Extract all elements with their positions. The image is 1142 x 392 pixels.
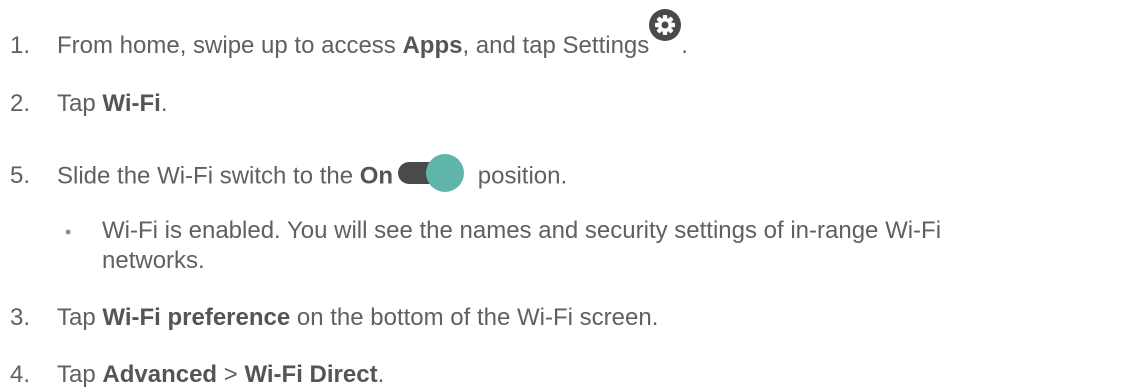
step-number: 1. [10,32,31,59]
bullet-symbol: • [65,222,72,242]
step-number: 5. [10,162,31,190]
bullet-line-1: Wi-Fi is enabled. You will see the names… [102,217,942,244]
step-4: 4. Tap Advanced > Wi-Fi Direct. [10,360,384,390]
step-tail: . [681,32,688,59]
step-bold-text: Advanced [102,361,218,388]
step-text-middle: > [217,361,245,388]
step-1: 1. From home, swipe up to access Apps, an… [10,9,688,61]
step-number: 2. [10,90,31,117]
settings-gear-icon [649,9,682,41]
step-text: Tap [57,304,103,331]
bullet-item: • Wi-Fi is enabled. You will see the nam… [57,216,1142,280]
step-text: Tap [57,90,103,117]
step-text-after: position. [471,162,568,190]
step-text: Tap [57,361,103,388]
step-text-after: . [377,361,385,388]
step-bold-text: On [359,162,394,190]
step-text: Slide the Wi-Fi switch to the [57,162,360,190]
step-2: 2. Tap Wi-Fi. [10,89,167,119]
step-3: 3. Tap Wi-Fi preference on the bottom of … [10,303,658,333]
step-number: 4. [10,361,31,388]
bullet-line-2: networks. [102,247,205,274]
step-bold-text: Wi-Fi preference [102,304,291,331]
step-5: 5. Slide the Wi-Fi switch to the On posit… [10,154,568,197]
step-bold-text: Wi-Fi [102,90,161,117]
step-bold-text-2: Wi-Fi Direct [244,361,378,388]
step-text-after: on the bottom of the Wi-Fi screen. [290,304,659,331]
step-bold-text: Apps [402,32,463,59]
step-number: 3. [10,304,31,331]
step-text: From home, swipe up to access [57,32,403,59]
step-text-after: , and tap Settings [462,32,650,59]
bullet-text: Wi-Fi is enabled. You will see the names… [102,216,1142,276]
step-text-after: . [160,90,168,117]
toggle-switch-on-icon [395,153,467,193]
